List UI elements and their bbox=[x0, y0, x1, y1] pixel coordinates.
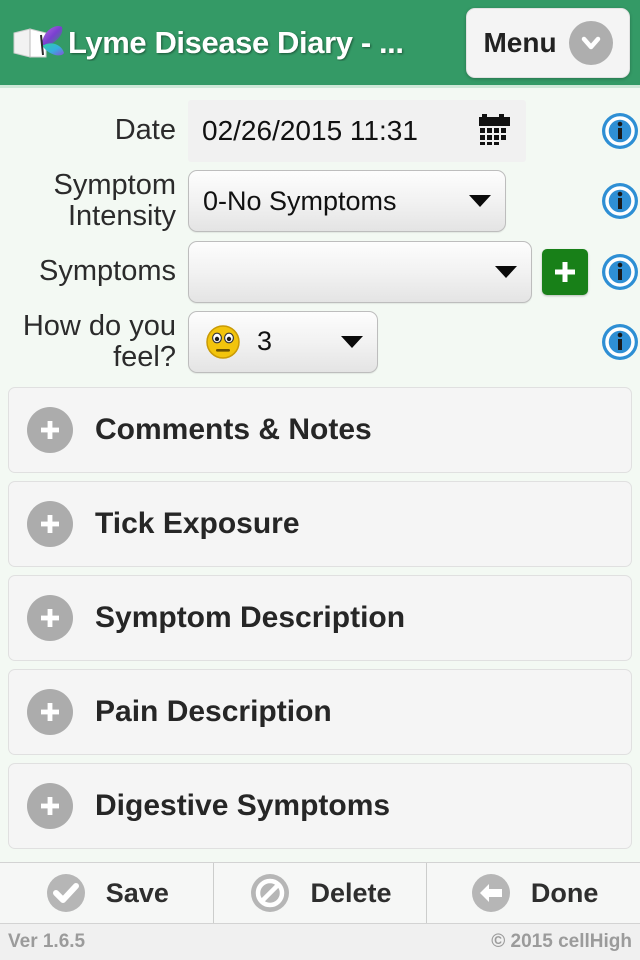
section-label: Comments & Notes bbox=[95, 413, 372, 447]
how-do-you-feel-label-line1: How do you bbox=[22, 309, 176, 342]
symptoms-select[interactable] bbox=[188, 240, 532, 303]
info-icon[interactable] bbox=[600, 252, 640, 292]
how-do-you-feel-label-line2: feel? bbox=[113, 340, 176, 373]
chevron-down-icon bbox=[495, 265, 517, 278]
date-value: 02/26/2015 11:31 bbox=[202, 115, 418, 146]
save-button-label: Save bbox=[105, 877, 169, 908]
section-label: Symptom Description bbox=[95, 601, 406, 635]
info-icon[interactable] bbox=[600, 322, 640, 362]
section-label: Pain Description bbox=[95, 695, 332, 729]
book-butterfly-logo-icon bbox=[12, 19, 66, 67]
delete-button-label: Delete bbox=[310, 877, 392, 908]
section-tick-exposure[interactable]: Tick Exposure bbox=[8, 481, 632, 568]
symptom-intensity-label: Symptom Intensity bbox=[0, 169, 188, 233]
section-symptom-description[interactable]: Symptom Description bbox=[8, 575, 632, 662]
prohibition-icon bbox=[248, 871, 292, 915]
page-title: Lyme Disease Diary - ... bbox=[68, 24, 404, 60]
how-do-you-feel-label: How do you feel? bbox=[0, 309, 188, 374]
how-do-you-feel-value: 3 bbox=[257, 326, 273, 357]
check-circle-icon bbox=[44, 871, 88, 915]
version-label: Ver 1.6.5 bbox=[8, 931, 86, 952]
menu-button-label: Menu bbox=[483, 26, 557, 58]
symptoms-row: Symptoms bbox=[0, 237, 640, 307]
plus-circle-icon bbox=[27, 407, 73, 454]
how-do-you-feel-row: How do you feel? 3 bbox=[0, 307, 640, 378]
date-row: Date 02/26/2015 11:31 bbox=[0, 96, 640, 166]
add-symptom-button[interactable] bbox=[542, 248, 588, 295]
symptom-intensity-row: Symptom Intensity 0-No Symptoms bbox=[0, 166, 640, 237]
done-button[interactable]: Done bbox=[427, 863, 640, 923]
symptom-intensity-select[interactable]: 0-No Symptoms bbox=[188, 170, 506, 233]
delete-button[interactable]: Delete bbox=[214, 863, 428, 923]
info-icon[interactable] bbox=[600, 111, 640, 151]
symptoms-label: Symptoms bbox=[39, 254, 176, 287]
section-comments-notes[interactable]: Comments & Notes bbox=[8, 387, 632, 474]
calendar-icon[interactable] bbox=[478, 113, 512, 150]
section-list: Comments & Notes Tick Exposure Symptom D… bbox=[0, 387, 640, 850]
entry-form: Date 02/26/2015 11:31 Symptom Intensity … bbox=[0, 88, 640, 377]
symptom-intensity-value: 0-No Symptoms bbox=[203, 185, 397, 216]
plus-circle-icon bbox=[27, 689, 73, 736]
save-button[interactable]: Save bbox=[0, 863, 214, 923]
how-do-you-feel-select[interactable]: 3 bbox=[188, 310, 378, 373]
menu-button[interactable]: Menu bbox=[466, 7, 630, 78]
arrow-left-circle-icon bbox=[469, 871, 513, 915]
plus-circle-icon bbox=[27, 501, 73, 548]
neutral-face-emoji-icon bbox=[203, 322, 243, 362]
app-screen: Lyme Disease Diary - ... Menu Date 02/26… bbox=[0, 0, 640, 960]
plus-circle-icon bbox=[27, 783, 73, 830]
section-pain-description[interactable]: Pain Description bbox=[8, 669, 632, 756]
date-label: Date bbox=[114, 114, 176, 147]
symptom-intensity-label-line1: Symptom bbox=[53, 169, 176, 201]
info-icon[interactable] bbox=[600, 181, 640, 221]
plus-circle-icon bbox=[27, 595, 73, 642]
copyright-label: © 2015 cellHigh bbox=[491, 931, 632, 952]
app-footer: Ver 1.6.5 © 2015 cellHigh bbox=[0, 924, 640, 960]
app-header: Lyme Disease Diary - ... Menu bbox=[0, 0, 640, 88]
section-label: Tick Exposure bbox=[95, 507, 300, 541]
section-label: Digestive Symptoms bbox=[95, 789, 391, 823]
done-button-label: Done bbox=[530, 877, 599, 908]
chevron-down-icon bbox=[568, 20, 613, 65]
section-digestive-symptoms[interactable]: Digestive Symptoms bbox=[8, 763, 632, 850]
chevron-down-icon bbox=[469, 195, 491, 208]
chevron-down-icon bbox=[341, 335, 363, 348]
date-input[interactable]: 02/26/2015 11:31 bbox=[188, 100, 526, 162]
symptom-intensity-label-line2: Intensity bbox=[68, 200, 176, 233]
bottom-toolbar: Save Delete Done bbox=[0, 862, 640, 924]
